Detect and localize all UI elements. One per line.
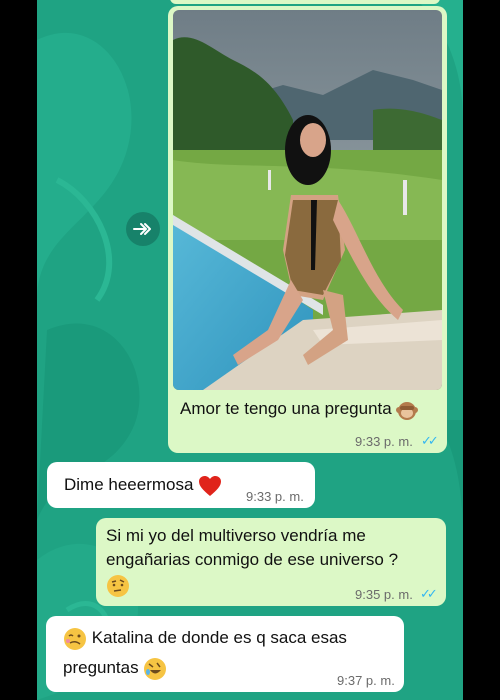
message-line-1: Katalina de donde es q saca esas [63,626,347,651]
message-time: 9:33 p. m. [246,489,304,504]
chat-area[interactable]: Amor te tengo una pregunta 9:33 p. m. ✓✓… [37,0,463,700]
forward-button[interactable] [126,212,160,246]
woozy-face-icon [64,627,86,650]
red-heart-icon [199,475,222,496]
see-no-evil-monkey-icon [396,401,419,420]
message-line-2: engañarias conmigo de ese universo ? [106,550,399,569]
message-text-content: Katalina de donde es q saca esas [91,628,347,647]
face-with-raised-eyebrow-icon [107,575,129,597]
message-time: 9:33 p. m. [355,434,413,449]
previous-message-bubble[interactable] [170,0,440,4]
read-receipt-icon: ✓✓ [421,433,439,448]
pool-photo-image [173,10,442,390]
message-time: 9:35 p. m. [355,587,413,602]
message-bubble-incoming[interactable]: Dime heeermosa 9:33 p. m. [47,462,315,508]
read-receipt-icon: ✓✓ [420,586,438,601]
message-time: 9:37 p. m. [337,673,395,688]
message-line-1: Si mi yo del multiverso vendría me [106,526,366,545]
message-text-content: preguntas [63,658,139,677]
message-bubble-incoming[interactable]: Katalina de donde es q saca esas pregunt… [46,616,404,692]
rolling-on-floor-laughing-icon [144,657,167,680]
message-line-2: preguntas [63,656,167,681]
message-text: Amor te tengo una pregunta [180,397,419,421]
message-text-content: Amor te tengo una pregunta [180,399,392,418]
message-text-content: Dime heeermosa [64,475,194,494]
forward-double-arrow-icon [133,223,151,235]
message-photo[interactable] [173,10,442,390]
message-bubble-photo[interactable]: Amor te tengo una pregunta 9:33 p. m. ✓✓ [168,6,447,453]
message-text: Dime heeermosa [64,473,222,497]
message-bubble-outgoing[interactable]: Si mi yo del multiverso vendría me engañ… [96,518,446,606]
